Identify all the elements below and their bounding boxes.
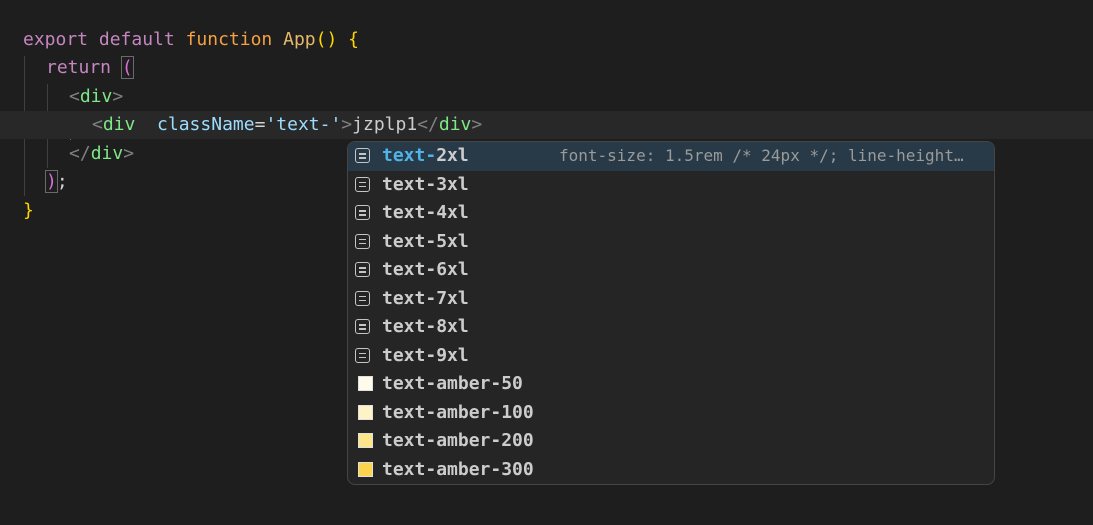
suggestion-label: text-5xl <box>382 228 469 257</box>
suggestion-item[interactable]: text-amber-300 <box>348 456 994 485</box>
suggestion-label: text-7xl <box>382 285 469 314</box>
suggestion-label: text-6xl <box>382 256 469 285</box>
color-swatch-icon <box>358 433 373 448</box>
color-swatch-icon <box>358 376 373 391</box>
attr-classname: className <box>157 114 255 135</box>
function-parens: () <box>315 29 338 50</box>
tag-name-div: div <box>79 86 113 107</box>
suggestion-item[interactable]: text-3xl <box>348 171 994 200</box>
constant-icon <box>355 205 370 220</box>
suggestion-label-match: text- <box>382 316 437 337</box>
suggestion-label-match: text- <box>382 230 437 252</box>
suggestion-label-match: text- <box>382 287 437 309</box>
tag-name-div: div <box>102 114 136 135</box>
suggestion-label-match: text- <box>382 259 437 280</box>
constant-icon <box>355 262 370 277</box>
constant-icon <box>355 176 370 192</box>
end-tag-close-bracket: > <box>471 114 483 135</box>
code-line-1: export default function App() { <box>0 26 1093 54</box>
suggestion-label: text-9xl <box>382 342 469 371</box>
attr-equals: = <box>254 114 266 135</box>
suggestion-label-rest: 3xl <box>436 173 469 195</box>
suggestion-label-rest: 5xl <box>436 230 469 252</box>
suggestion-label-rest: amber-300 <box>436 458 534 480</box>
suggestion-label-match: text- <box>382 430 437 451</box>
end-tag-name-div: div <box>90 143 124 164</box>
code-line-3: <div> <box>0 83 1093 111</box>
suggestion-label-rest: 7xl <box>436 287 469 309</box>
autocomplete-suggest-widget[interactable]: text-2xl font-size: 1.5rem /* 24px */; li… <box>347 141 995 485</box>
suggestion-label-match: text- <box>382 458 437 480</box>
code-line-4-current: <div className='text-'>jzplp1</div> <box>0 111 1093 139</box>
suggestion-label-rest: amber-100 <box>436 401 534 423</box>
suggestion-label: text-amber-300 <box>382 456 534 485</box>
suggestion-label: text-2xl <box>382 142 469 171</box>
suggestion-item[interactable]: text-4xl <box>348 199 994 228</box>
suggestion-label: text-4xl <box>382 199 469 228</box>
semicolon: ; <box>56 171 68 192</box>
suggestion-label-match: text- <box>382 401 437 423</box>
constant-icon <box>355 319 370 334</box>
tag-open-bracket: < <box>69 86 80 107</box>
constant-icon <box>355 148 370 163</box>
suggestion-label-rest: 4xl <box>436 202 469 223</box>
close-brace: } <box>23 200 34 221</box>
suggestion-item[interactable]: text-amber-50 <box>348 370 994 399</box>
color-swatch-icon <box>358 461 373 477</box>
attr-string-value: 'text-' <box>265 114 342 135</box>
suggestion-label-rest: amber-200 <box>436 430 534 451</box>
suggestion-label: text-amber-100 <box>382 399 534 428</box>
suggestion-item[interactable]: text-amber-100 <box>348 399 994 428</box>
code-line-2: return ( <box>0 54 1093 82</box>
suggestion-item[interactable]: text-amber-200 <box>348 427 994 456</box>
suggestion-label-rest: 8xl <box>436 316 469 337</box>
suggestion-item[interactable]: text-8xl <box>348 313 994 342</box>
suggestion-label-match: text- <box>382 145 437 166</box>
color-swatch-icon <box>358 404 373 420</box>
keyword-default: default <box>98 29 175 50</box>
element-text: jzplp1 <box>352 114 418 135</box>
suggestion-label: text-8xl <box>382 313 469 342</box>
suggestion-label-match: text- <box>382 344 437 366</box>
suggestion-label: text-amber-200 <box>382 427 534 456</box>
suggestion-label-rest: 6xl <box>436 259 469 280</box>
end-tag-name-div: div <box>438 114 472 135</box>
suggestion-label-rest: 2xl <box>436 145 469 166</box>
suggestion-detail: font-size: 1.5rem /* 24px */; line-heigh… <box>559 146 964 165</box>
suggestion-label-match: text- <box>382 173 437 195</box>
end-tag-open-bracket: </ <box>417 114 439 135</box>
open-brace: { <box>348 29 360 50</box>
suggestion-label-rest: 9xl <box>436 344 469 366</box>
suggestion-label-match: text- <box>382 202 437 223</box>
keyword-export: export <box>23 29 89 50</box>
constant-icon <box>355 347 370 363</box>
end-tag-close-bracket: > <box>123 143 135 164</box>
keyword-return: return <box>46 57 112 78</box>
suggestion-label-match: text- <box>382 373 437 394</box>
suggestion-item[interactable]: text-5xl <box>348 228 994 257</box>
constant-icon <box>355 233 370 249</box>
constant-icon <box>355 290 370 306</box>
tag-close-bracket: > <box>112 86 124 107</box>
suggestion-label: text-3xl <box>382 171 469 200</box>
suggestion-item[interactable]: text-7xl <box>348 285 994 314</box>
suggestion-item[interactable]: text-9xl <box>348 342 994 371</box>
suggestion-item-selected[interactable]: text-2xl font-size: 1.5rem /* 24px */; li… <box>348 142 994 171</box>
suggestion-label: text-amber-50 <box>382 370 523 399</box>
suggestion-item[interactable]: text-6xl <box>348 256 994 285</box>
tag-open-bracket: < <box>92 114 103 135</box>
return-close-paren: ) <box>45 170 58 193</box>
suggestion-label-rest: amber-50 <box>436 373 523 394</box>
end-tag-open-bracket: </ <box>69 143 91 164</box>
keyword-function: function <box>185 29 273 50</box>
return-open-paren: ( <box>120 56 134 79</box>
tag-close-bracket: > <box>341 114 353 135</box>
function-name: App <box>283 29 316 50</box>
